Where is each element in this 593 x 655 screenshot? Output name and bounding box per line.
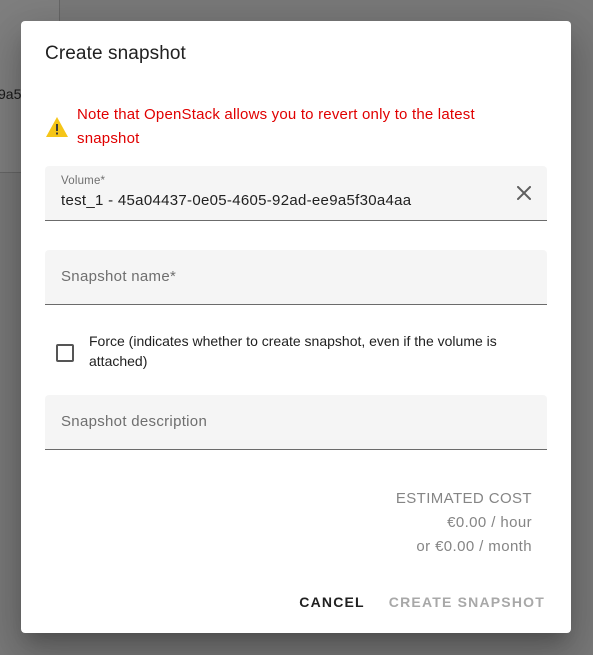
volume-select[interactable]: Volume* test_1 - 45a04437-0e05-4605-92ad… — [45, 166, 547, 221]
create-snapshot-dialog: Create snapshot Note that OpenStack allo… — [21, 21, 571, 633]
dialog-title: Create snapshot — [45, 43, 186, 64]
warning-text: Note that OpenStack allows you to revert… — [77, 106, 475, 147]
close-icon[interactable] — [513, 182, 535, 204]
snapshot-description-field[interactable]: Snapshot description — [45, 395, 547, 450]
estimated-cost-monthly: or €0.00 / month — [416, 538, 532, 555]
force-checkbox-row[interactable]: Force (indicates whether to create snaps… — [45, 331, 547, 375]
force-checkbox[interactable] — [56, 344, 74, 362]
estimated-cost: ESTIMATED COST €0.00 / hour or €0.00 / m… — [396, 487, 532, 559]
volume-label: Volume* — [61, 175, 106, 187]
cancel-button[interactable]: CANCEL — [299, 594, 365, 610]
volume-value: test_1 - 45a04437-0e05-4605-92ad-ee9a5f3… — [61, 192, 412, 209]
warning-icon — [45, 116, 69, 138]
force-checkbox-label[interactable]: Force (indicates whether to create snaps… — [89, 331, 541, 371]
dialog-actions: CANCEL CREATE SNAPSHOT — [299, 589, 545, 615]
estimated-cost-hourly: €0.00 / hour — [447, 514, 532, 531]
snapshot-description-placeholder: Snapshot description — [61, 413, 208, 430]
snapshot-name-field[interactable]: Snapshot name* — [45, 250, 547, 305]
snapshot-name-placeholder: Snapshot name* — [61, 268, 177, 285]
create-snapshot-button[interactable]: CREATE SNAPSHOT — [389, 594, 545, 610]
estimated-cost-heading: ESTIMATED COST — [395, 490, 532, 507]
